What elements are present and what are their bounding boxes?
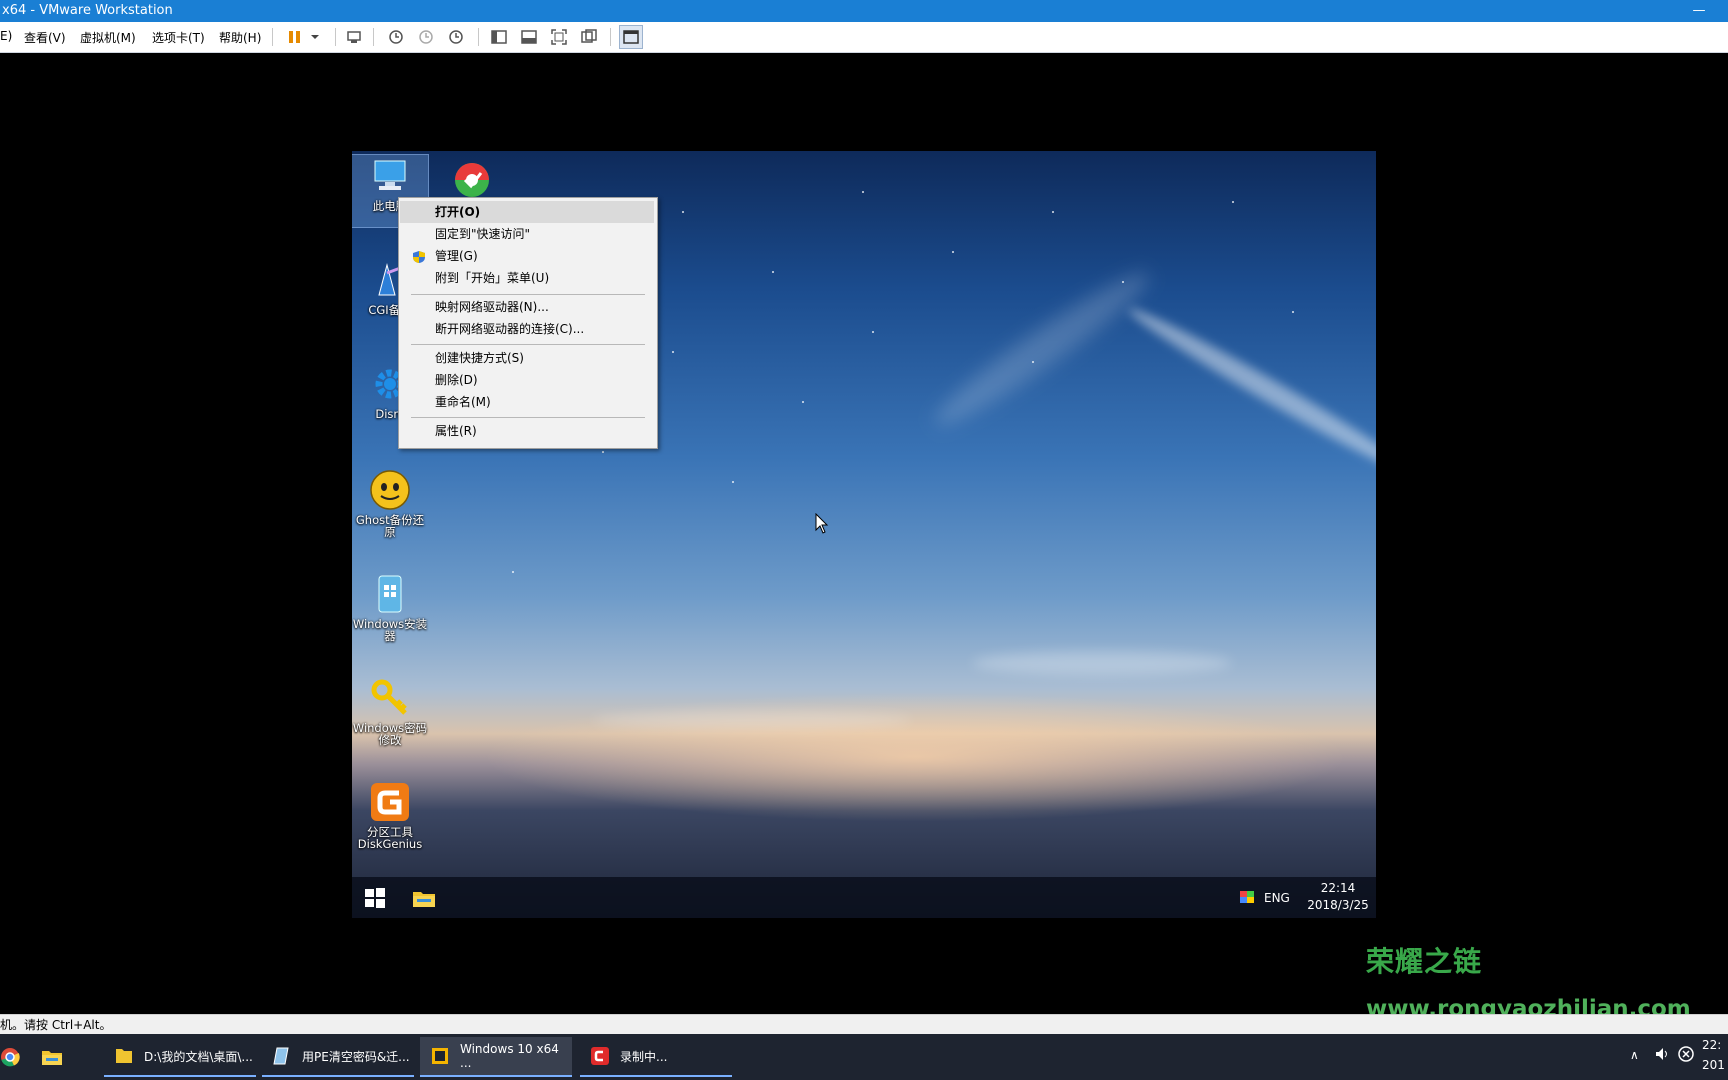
menu-item-properties[interactable]: 属性(R) <box>400 420 654 442</box>
menu-tabs[interactable]: 选项卡(T) <box>152 29 205 46</box>
menu-item-manage[interactable]: 管理(G) <box>400 245 654 267</box>
menu-vm[interactable]: 虚拟机(M) <box>80 29 136 46</box>
network-error-icon[interactable] <box>1678 1046 1694 1065</box>
input-method-icon[interactable] <box>1240 891 1254 903</box>
windows-installer-icon <box>369 573 411 615</box>
menu-item-label: 管理(G) <box>435 249 478 263</box>
menu-item-disconnect-drive[interactable]: 断开网络驱动器的连接(C)... <box>400 318 654 340</box>
host-taskbar: D:\我的文档\桌面\... 用PE清空密码&迁... Windows 10 x… <box>0 1034 1728 1080</box>
desktop-icon-label: 分区工具DiskGenius <box>357 825 423 851</box>
disk-tool-icon <box>451 159 493 201</box>
taskbar-item-document[interactable]: 用PE清空密码&迁... <box>262 1037 414 1077</box>
console-view-icon[interactable] <box>619 25 643 49</box>
snapshot-icon[interactable] <box>385 26 407 48</box>
language-indicator[interactable]: ENG <box>1264 891 1290 905</box>
menu-item-pin-quick-access[interactable]: 固定到"快速访问" <box>400 223 654 245</box>
window-titlebar: x64 - VMware Workstation — <box>0 0 1728 22</box>
host-clock-date[interactable]: 201 <box>1702 1058 1725 1072</box>
desktop-icon-diskgenius[interactable]: 分区工具DiskGenius <box>352 781 428 850</box>
tray-chevron-up-icon[interactable]: ∧ <box>1630 1048 1639 1062</box>
folder-icon <box>114 1046 134 1066</box>
watermark-title: 荣耀之链 <box>1366 945 1483 978</box>
menu-item-pin-start[interactable]: 附到「开始」菜单(U) <box>400 267 654 289</box>
menu-view[interactable]: 查看(V) <box>24 29 66 46</box>
chrome-icon <box>0 1047 20 1067</box>
vmware-status-bar: 机。请按 Ctrl+Alt。 <box>0 1014 1728 1035</box>
guest-clock-date[interactable]: 2018/3/25 <box>1302 898 1374 912</box>
taskbar-item-vmware[interactable]: Windows 10 x64 ... <box>420 1037 572 1077</box>
folder-icon <box>41 1047 62 1067</box>
pause-icon[interactable] <box>284 26 306 48</box>
minimize-button[interactable]: — <box>1688 0 1710 22</box>
thumbnail-icon[interactable] <box>518 26 540 48</box>
vmware-icon <box>430 1046 450 1066</box>
desktop-icon-windows-installer[interactable]: Windows安装器 <box>352 573 428 642</box>
revert-snapshot-icon[interactable] <box>415 26 437 48</box>
menu-toolbar: E) 查看(V) 虚拟机(M) 选项卡(T) 帮助(H) <box>0 22 1728 53</box>
menu-item-map-drive[interactable]: 映射网络驱动器(N)... <box>400 296 654 318</box>
guest-clock-time[interactable]: 22:14 <box>1312 881 1364 895</box>
mouse-cursor-icon <box>815 512 829 535</box>
snapshot-manager-icon[interactable] <box>445 26 467 48</box>
windows-start-icon[interactable] <box>364 887 386 909</box>
desktop-icon-windows-password[interactable]: Windows密码修改 <box>352 677 428 746</box>
desktop-icon-label: Windows密码修改 <box>352 721 428 747</box>
ghost-icon <box>369 469 411 511</box>
guest-taskbar: ENG 22:14 2018/3/25 <box>352 877 1376 918</box>
status-hint: 机。请按 Ctrl+Alt。 <box>0 1018 112 1032</box>
dropdown-chevron-icon[interactable] <box>304 26 326 48</box>
explorer-taskbar-button[interactable] <box>34 1037 68 1077</box>
computer-icon <box>369 155 411 197</box>
taskbar-item-label: D:\我的文档\桌面\... <box>144 1049 253 1064</box>
desktop-icon-label: Ghost备份还原 <box>355 513 425 539</box>
taskbar-item-label: Windows 10 x64 ... <box>460 1042 559 1070</box>
taskbar-item-label: 用PE清空密码&迁... <box>302 1049 410 1064</box>
key-icon <box>369 677 411 719</box>
document-icon <box>272 1046 292 1066</box>
menu-item-open[interactable]: 打开(O) <box>400 201 654 223</box>
fullscreen-icon[interactable] <box>548 26 570 48</box>
window-title: x64 - VMware Workstation <box>2 3 173 18</box>
send-ctrl-alt-del-icon[interactable] <box>343 26 365 48</box>
uac-shield-icon <box>412 249 426 263</box>
volume-icon[interactable] <box>1654 1046 1670 1065</box>
menu-item-create-shortcut[interactable]: 创建快捷方式(S) <box>400 347 654 369</box>
recorder-icon <box>590 1046 610 1066</box>
host-clock-time[interactable]: 22: <box>1702 1038 1721 1052</box>
menu-help[interactable]: 帮助(H) <box>219 29 261 46</box>
taskbar-item-label: 录制中... <box>620 1049 668 1064</box>
menu-edit[interactable]: E) <box>0 29 12 43</box>
sidebar-icon[interactable] <box>488 26 510 48</box>
menu-item-delete[interactable]: 删除(D) <box>400 369 654 391</box>
taskbar-item-folder[interactable]: D:\我的文档\桌面\... <box>104 1037 256 1077</box>
chrome-taskbar-button[interactable] <box>0 1037 26 1077</box>
desktop-icon-label: Windows安装器 <box>352 617 428 643</box>
desktop-icon-ghost[interactable]: Ghost备份还原 <box>352 469 428 538</box>
unity-icon[interactable] <box>578 26 600 48</box>
taskbar-item-recorder[interactable]: 录制中... <box>580 1037 732 1077</box>
menu-item-rename[interactable]: 重命名(M) <box>400 391 654 413</box>
file-explorer-icon[interactable] <box>412 887 436 909</box>
diskgenius-icon <box>369 781 411 823</box>
context-menu: 打开(O) 固定到"快速访问" 管理(G) 附到「开始」菜单(U) 映射网络驱动… <box>398 197 658 449</box>
